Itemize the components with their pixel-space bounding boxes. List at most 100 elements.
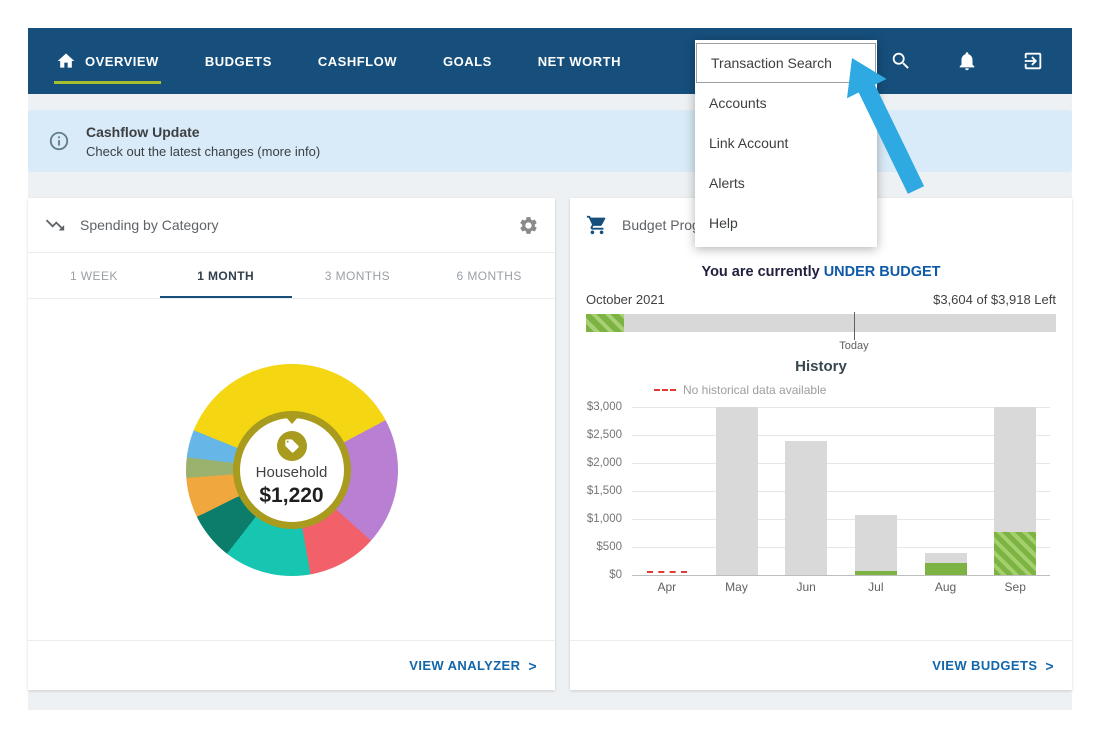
banner-title: Cashflow Update [86,124,320,140]
trending-icon [44,214,66,236]
budget-bar [994,407,1036,575]
nav-item-budgets[interactable]: BUDGETS [205,54,272,69]
status-under-budget: UNDER BUDGET [824,264,941,280]
spending-card-title: Spending by Category [80,217,219,233]
history-month-labels: AprMayJunJulAugSep [632,580,1050,594]
tab-1-week[interactable]: 1 WEEK [28,253,160,298]
active-tab-underline [54,81,161,84]
logout-icon[interactable] [1022,50,1044,72]
tab-3-months[interactable]: 3 MONTHS [292,253,424,298]
menu-item-accounts[interactable]: Accounts [695,83,877,123]
cart-icon [586,214,608,236]
budget-progress-bar [586,314,1056,332]
tag-icon [284,438,300,454]
selected-slice-notch [284,415,300,424]
chevron-right-icon: > [528,658,537,674]
budget-status-line: You are currently UNDER BUDGET [570,264,1072,280]
budget-bar [855,515,897,575]
menu-item-link-account[interactable]: Link Account [695,123,877,163]
today-label-row: Today [586,332,1056,356]
nav-item-cashflow[interactable]: CASHFLOW [318,54,397,69]
history-y-axis: $3,000$2,500$2,000$1,500$1,000$500$0 [580,407,632,575]
spending-by-category-card: Spending by Category 1 WEEK 1 MONTH 3 MO… [28,198,555,690]
x-tick-label: Jul [841,580,911,594]
donut-chart[interactable]: Household $1,220 [186,364,398,576]
no-data-legend-label: No historical data available [683,383,826,397]
no-data-legend-dash [654,389,676,391]
nav-item-label: GOALS [443,54,492,69]
nav-item-net-worth[interactable]: NET WORTH [538,54,621,69]
x-tick-label: Jun [771,580,841,594]
nav-item-label: BUDGETS [205,54,272,69]
notifications-icon[interactable] [956,50,978,72]
gear-icon[interactable] [518,215,539,236]
more-info-link[interactable]: (more info) [257,144,320,159]
time-range-tabs: 1 WEEK 1 MONTH 3 MONTHS 6 MONTHS [28,252,555,299]
nav-item-label: OVERVIEW [85,54,159,69]
y-tick-label: $1,500 [587,485,622,497]
budget-progress-fill [586,314,624,332]
history-bar-column [702,407,772,575]
y-tick-label: $2,000 [587,457,622,469]
history-title: History [570,358,1072,375]
banner-text: Cashflow Update Check out the latest cha… [86,124,320,159]
menu-item-help[interactable]: Help [695,203,877,243]
nav-item-overview[interactable]: OVERVIEW [56,51,159,71]
banner-message-text: Check out the latest changes [86,144,254,159]
info-icon [48,130,70,152]
budget-bar [925,553,967,575]
y-tick-label: $3,000 [587,401,622,413]
nav-item-label: NET WORTH [538,54,621,69]
menu-item-label: Transaction Search [711,55,832,71]
menu-item-label: Help [709,215,738,231]
menu-item-label: Alerts [709,175,745,191]
budget-progress-card: Budget Progress You are currently UNDER … [570,198,1072,690]
view-budgets-label: VIEW BUDGETS [932,658,1037,673]
budget-bar [716,407,758,575]
menu-item-label: Accounts [709,95,767,111]
y-tick-label: $0 [609,569,622,581]
chevron-right-icon: > [1045,658,1054,674]
menu-item-transaction-search[interactable]: Transaction Search [696,43,876,83]
spent-bar [855,571,897,575]
nav-item-label: CASHFLOW [318,54,397,69]
nav-item-goals[interactable]: GOALS [443,54,492,69]
view-analyzer-link[interactable]: VIEW ANALYZER > [28,640,555,690]
history-bar-column [980,407,1050,575]
main-content: Cashflow Update Check out the latest cha… [28,94,1072,710]
donut-center: Household $1,220 [233,411,351,529]
history-plot [632,407,1050,575]
menu-item-alerts[interactable]: Alerts [695,163,877,203]
y-tick-label: $500 [596,541,622,553]
tab-1-month[interactable]: 1 MONTH [160,253,292,298]
finance-dashboard: OVERVIEW BUDGETS CASHFLOW GOALS NET WORT… [0,0,1100,736]
history-bar-column [911,407,981,575]
view-budgets-link[interactable]: VIEW BUDGETS > [570,640,1072,690]
no-data-marker [647,571,687,573]
x-tick-label: Sep [980,580,1050,594]
history-bar-column [632,407,702,575]
history-bar-column [841,407,911,575]
y-tick-label: $1,000 [587,513,622,525]
gridline [632,575,1050,576]
tab-6-months[interactable]: 6 MONTHS [423,253,555,298]
x-tick-label: Apr [632,580,702,594]
history-chart: $3,000$2,500$2,000$1,500$1,000$500$0 [580,407,1050,575]
nav-dropdown-menu: Transaction Search Accounts Link Account… [695,40,877,247]
home-icon [56,51,76,71]
dashboard-cards: Spending by Category 1 WEEK 1 MONTH 3 MO… [28,198,1072,690]
spent-bar [994,532,1036,575]
cashflow-update-banner: Cashflow Update Check out the latest cha… [28,110,1072,172]
history-bar-column [771,407,841,575]
today-label: Today [839,340,868,352]
search-icon[interactable] [890,50,912,72]
x-tick-label: Aug [911,580,981,594]
history-legend: No historical data available [654,383,1072,397]
budget-remaining: $3,604 of $3,918 Left [933,292,1056,307]
center-category-label: Household [256,464,328,481]
donut-chart-area: Household $1,220 [28,299,555,640]
budget-meta-row: October 2021 $3,604 of $3,918 Left [586,292,1056,307]
banner-message: Check out the latest changes (more info) [86,144,320,159]
center-amount: $1,220 [259,484,323,508]
budget-period: October 2021 [586,292,665,307]
